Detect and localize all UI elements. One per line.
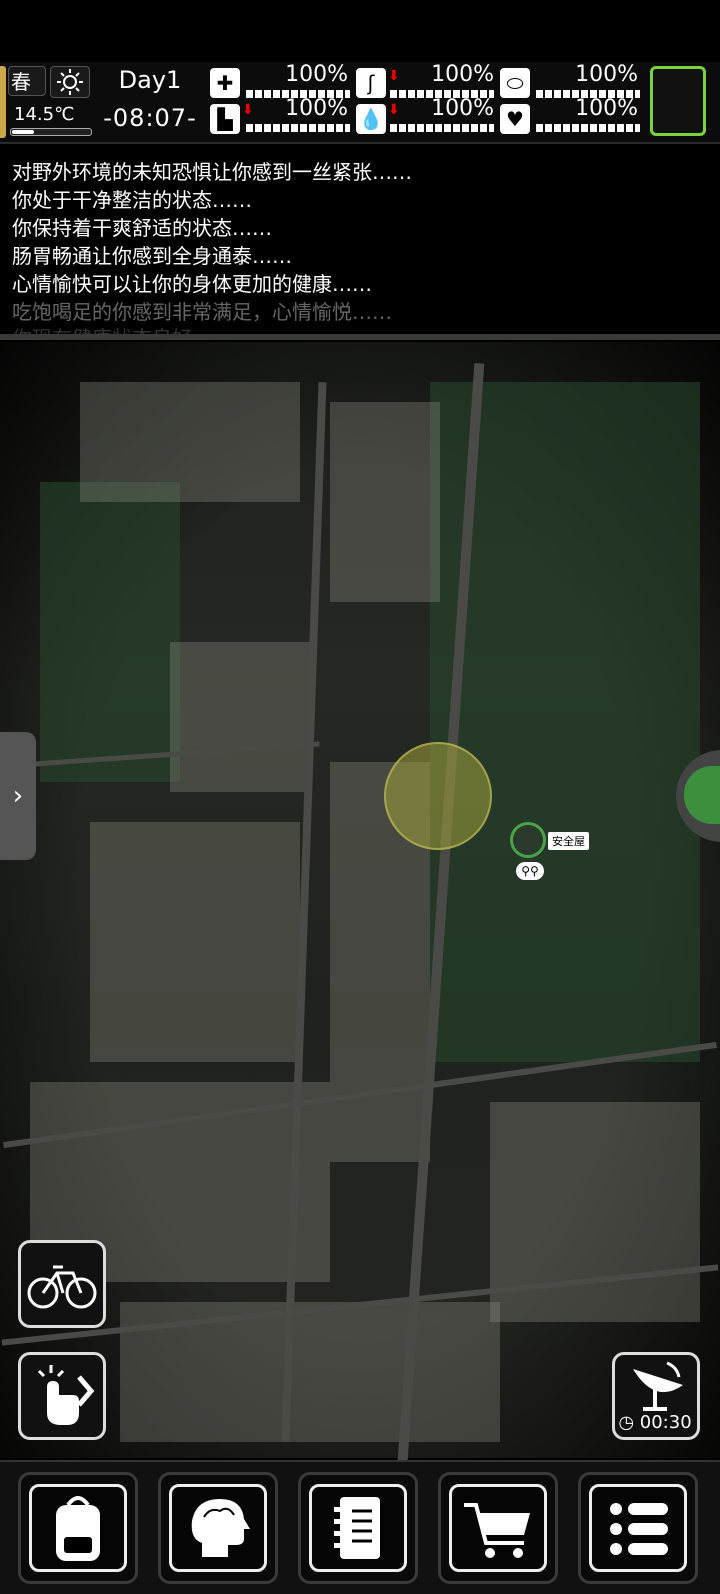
notebook-icon — [334, 1497, 380, 1559]
world-map[interactable] — [0, 342, 720, 1462]
hud-left-edge — [0, 66, 6, 138]
season-indicator: 春 — [8, 66, 46, 96]
shop-button[interactable] — [438, 1472, 558, 1584]
water-drop-icon: 💧 — [356, 104, 386, 134]
log-line: 你处于干净整洁的状态…… — [12, 188, 252, 212]
hygiene-value: 100% — [575, 62, 638, 87]
boot-icon: ▙ — [210, 104, 240, 134]
log-line: 对野外环境的未知恐惧让你感到一丝紧张…… — [12, 160, 412, 184]
season-label: 春 — [11, 70, 31, 94]
soap-icon: ⬭ — [500, 68, 530, 98]
list-menu-icon — [610, 1503, 668, 1555]
stomach-icon: ʃ — [356, 68, 386, 98]
status-detail-button[interactable] — [650, 66, 706, 136]
mood-bar — [536, 124, 640, 132]
tap-hand-icon — [37, 1365, 95, 1425]
log-line: 你现在健康状态良好 — [12, 322, 192, 334]
stamina-bar — [246, 124, 350, 132]
message-log[interactable]: 对野外环境的未知恐惧让你感到一丝紧张…… 你处于干净整洁的状态…… 你保持着干爽… — [0, 144, 720, 334]
journal-button[interactable] — [298, 1472, 418, 1584]
bicycle-icon — [27, 1265, 97, 1309]
log-divider — [0, 334, 720, 340]
log-line: 肠胃畅通让你感到全身通泰…… — [12, 244, 292, 268]
backpack-icon — [56, 1496, 100, 1561]
day-counter: Day1 — [118, 66, 182, 94]
brain-head-icon — [191, 1499, 250, 1557]
sun-icon — [50, 66, 90, 98]
temperature-bar-fill — [12, 130, 34, 134]
player-location-label: 安全屋 — [548, 832, 589, 850]
health-value: 100% — [285, 62, 348, 87]
thirst-bar — [390, 124, 494, 132]
temperature-label: 14.5℃ — [14, 104, 75, 125]
thirst-value: 100% — [431, 96, 494, 121]
interact-button[interactable] — [18, 1352, 106, 1440]
bicycle-button[interactable] — [18, 1240, 106, 1328]
side-panel-toggle[interactable]: › — [0, 732, 36, 860]
backpack-button[interactable] — [18, 1472, 138, 1584]
chevron-right-icon: › — [12, 781, 24, 811]
mood-value: 100% — [575, 96, 638, 121]
log-line: 你保持着干爽舒适的状态…… — [12, 216, 272, 240]
satellite-dish-icon — [633, 1361, 683, 1411]
bicycle-status-icon: ⚲⚲ — [516, 862, 544, 880]
radio-timer-value: 00:30 — [639, 1412, 692, 1433]
log-line: 心情愉快可以让你的身体更加的健康…… — [12, 272, 372, 296]
radio-timer: ◷ 00:30 — [612, 1412, 698, 1433]
player-avatar-icon[interactable] — [510, 822, 546, 858]
log-line: 吃饱喝足的你感到非常满足，心情愉悦…… — [12, 300, 392, 324]
stamina-value: 100% — [285, 96, 348, 121]
menu-button[interactable] — [578, 1472, 698, 1584]
shopping-cart-icon — [464, 1503, 530, 1558]
heart-icon: ♥ — [500, 104, 530, 134]
game-clock: -08:07- — [103, 104, 197, 132]
stomach-value: 100% — [431, 62, 494, 87]
medkit-icon: ✚ — [210, 68, 240, 98]
destination-marker[interactable] — [384, 742, 492, 850]
skills-button[interactable] — [158, 1472, 278, 1584]
clock-icon: ◷ — [618, 1412, 640, 1433]
